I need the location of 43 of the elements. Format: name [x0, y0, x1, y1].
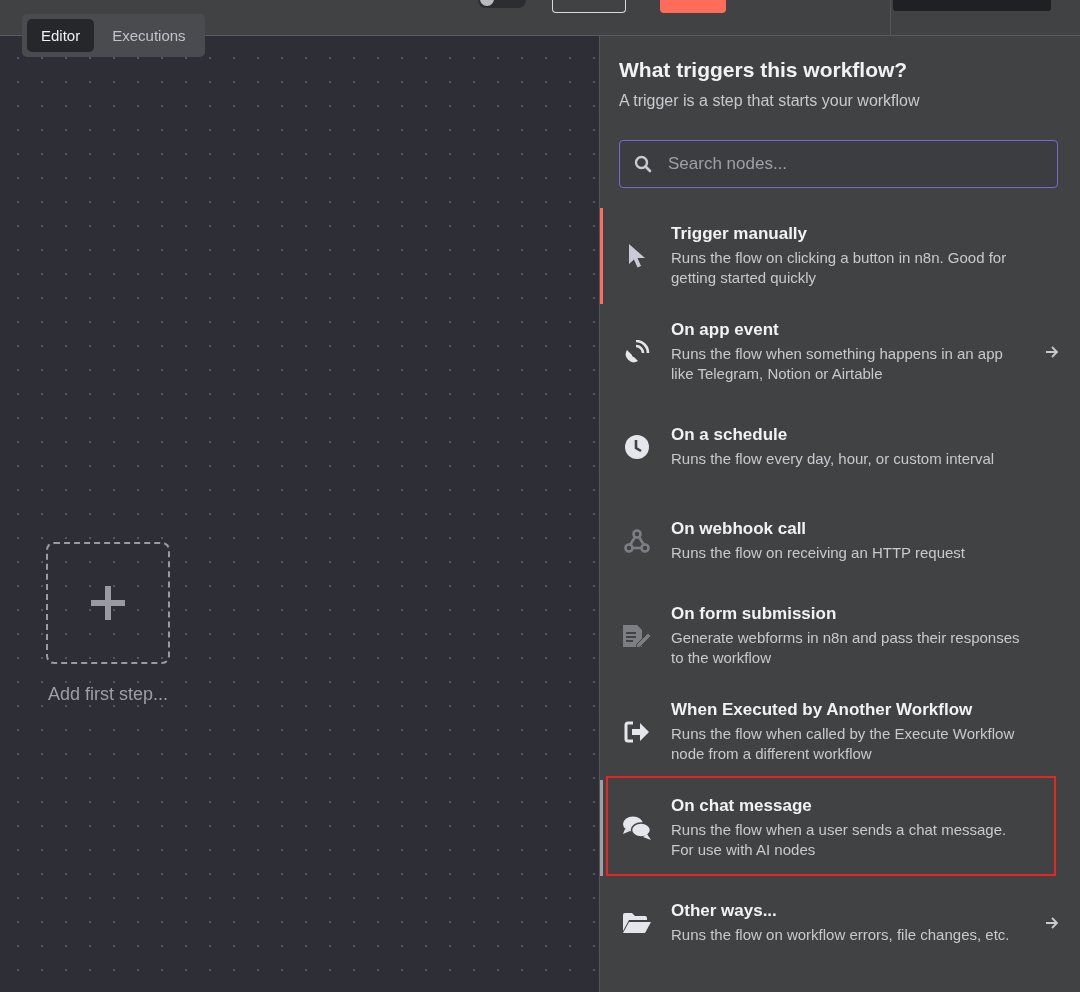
satellite-dish-icon	[624, 340, 650, 364]
option-title: Other ways...	[671, 901, 778, 921]
open-folder-icon	[622, 912, 652, 934]
option-title: On app event	[671, 320, 780, 340]
trigger-option[interactable]: When Executed by Another Workflow Runs the flow when called by the Execute Workflow node from a different workflow	[600, 684, 1080, 780]
option-title: On webhook call	[671, 519, 808, 539]
trigger-option[interactable]: On a schedule Runs the flow every day, hour, or custom interval	[600, 400, 1080, 494]
panel-title: What triggers this workflow?	[619, 58, 909, 82]
option-title: On form submission	[671, 604, 838, 624]
option-title: When Executed by Another Workflow	[671, 700, 974, 720]
trigger-option[interactable]: On app event Runs the flow when something happens in an app like Telegram, Notion or Airtable	[600, 304, 1080, 400]
webhook-icon	[624, 529, 650, 553]
option-description: Runs the flow on receiving an HTTP request	[671, 543, 967, 563]
trigger-option[interactable]: Other ways... Runs the flow on workflow errors, file changes, etc.	[600, 876, 1080, 970]
active-toggle[interactable]	[478, 0, 526, 8]
arrow-right-icon	[1045, 917, 1059, 929]
option-description: Runs the flow when something happens in an app like Telegram, Notion or Airtable	[671, 344, 1004, 384]
trigger-option[interactable]: On form submission Generate webforms in n8n and pass their responses to the workflow	[600, 588, 1080, 684]
cursor-icon	[627, 243, 647, 269]
form-pen-icon	[622, 622, 652, 650]
clock-icon	[625, 435, 649, 459]
trigger-option[interactable]: Trigger manually Runs the flow on clicking a button in n8n. Good for getting started quickly	[600, 208, 1080, 304]
option-description: Generate webforms in n8n and pass their responses to the workflow	[671, 628, 1021, 668]
arrow-right-icon	[1045, 346, 1059, 358]
option-title: On a schedule	[671, 425, 789, 445]
view-tab[interactable]: Executions	[98, 19, 200, 52]
option-description: Runs the flow when called by the Execute Workflow node from a different workflow	[671, 724, 1016, 764]
add-step-button[interactable]	[46, 542, 170, 664]
sign-out-icon	[624, 721, 650, 743]
option-title: On chat message	[671, 796, 813, 816]
trigger-option[interactable]: On webhook call Runs the flow on receiving an HTTP request	[600, 494, 1080, 588]
option-title: Trigger manually	[671, 224, 809, 244]
trigger-option[interactable]: On chat message Runs the flow when a user sends a chat message. For use with AI nodes	[600, 780, 1080, 876]
search-field[interactable]: Search nodes...	[619, 140, 1058, 188]
panel-subtitle: A trigger is a step that starts your workflow	[619, 92, 921, 110]
view-tab[interactable]: Editor	[27, 19, 95, 52]
plus-icon	[91, 586, 125, 620]
option-description: Runs the flow on workflow errors, file changes, etc.	[671, 925, 1011, 945]
option-description: Runs the flow on clicking a button in n8n. Good for getting started quickly	[671, 248, 1008, 288]
option-description: Runs the flow every day, hour, or custom interval	[671, 449, 996, 469]
chat-bubbles-icon	[622, 815, 652, 841]
add-step-label: Add first step...	[47, 684, 169, 705]
option-description: Runs the flow when a user sends a chat message. For use with AI nodes	[671, 820, 1008, 860]
